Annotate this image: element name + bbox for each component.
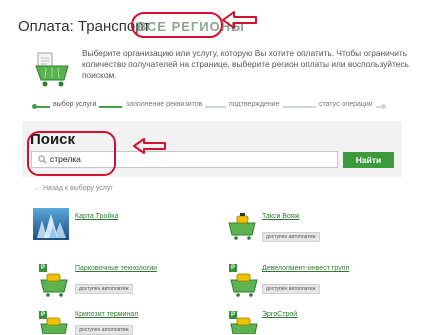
provider-link[interactable]: Такси Вояж (262, 213, 299, 220)
taxi-cart-logo[interactable] (36, 270, 72, 302)
taxi-cart-logo[interactable] (36, 315, 72, 334)
step-choose-service: выбор услуги (50, 101, 100, 108)
provider-link[interactable]: Девелопмент-инвест групп (262, 265, 349, 272)
annotation-oval (27, 131, 116, 176)
taxi-cart-logo[interactable] (226, 270, 262, 302)
provider-link[interactable]: Карта Тройка (75, 213, 118, 220)
annotation-arrow-icon (133, 138, 166, 154)
back-to-services-link[interactable]: ← Назад к выбору услуг (34, 185, 113, 192)
annotation-arrow-icon (222, 11, 257, 29)
provider-link[interactable]: Крипозит терминал (75, 311, 138, 318)
taxi-cart-logo[interactable] (226, 315, 262, 334)
step-marker-active (32, 104, 37, 109)
step-operation-status: статус операции (316, 101, 376, 108)
step-confirmation: подтверждение (226, 101, 283, 108)
hint-text: Выберите организацию или услугу, которую… (82, 48, 409, 80)
taxi-cart-logo[interactable] (224, 208, 260, 240)
provider-link[interactable]: Парковочные технологии (75, 265, 157, 272)
find-button[interactable]: Найти (343, 152, 394, 168)
autopay-badge: доступен автоплатеж (262, 284, 320, 294)
provider-link[interactable]: ЭргоСтрой (262, 311, 297, 318)
step-marker-end (381, 104, 386, 109)
step-fill-details: заполнение реквизитов (123, 101, 206, 108)
autopay-badge: доступен автоплатеж (262, 232, 320, 242)
autopay-badge: доступен автоплатеж (75, 284, 133, 294)
shopping-cart-icon (35, 52, 69, 87)
troika-card-logo[interactable] (33, 208, 69, 240)
annotation-oval (131, 12, 223, 38)
